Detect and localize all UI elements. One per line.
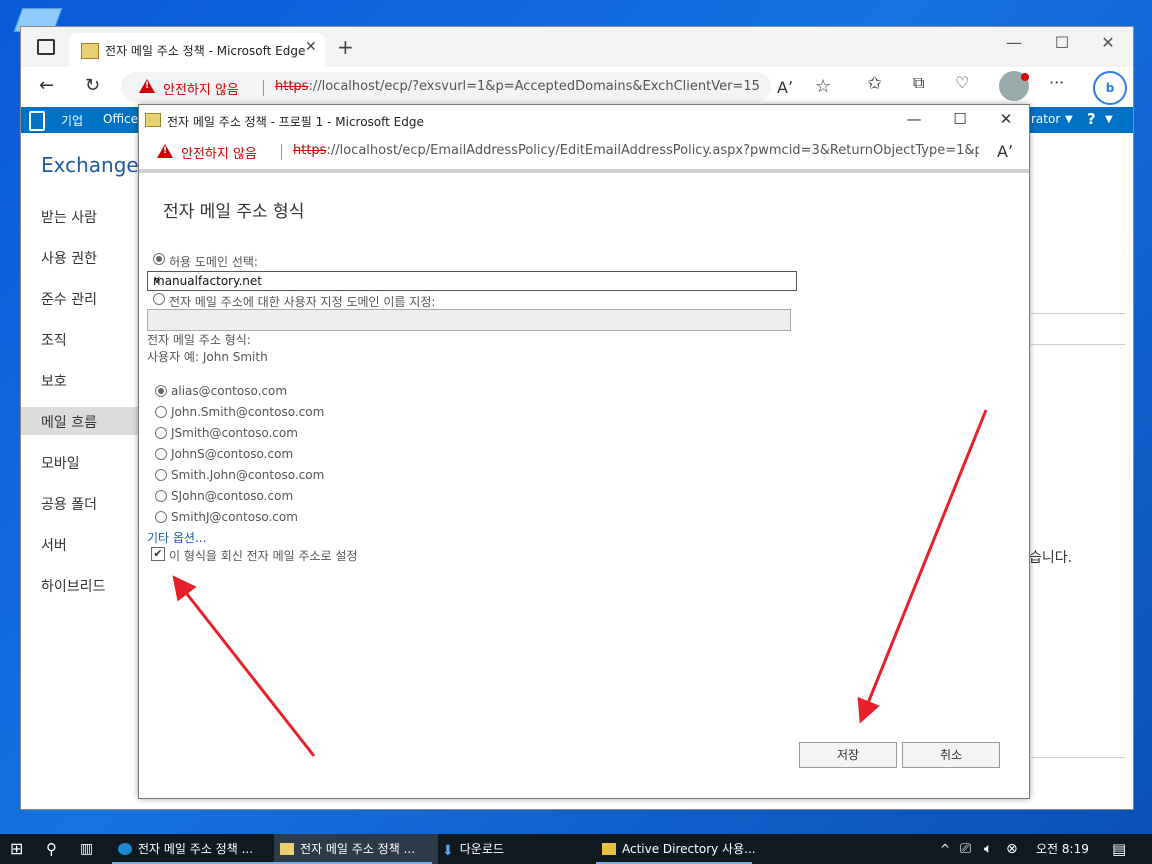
volume-icon[interactable]: 🔈︎ xyxy=(984,834,1002,864)
arrow-to-save xyxy=(857,409,988,724)
notification-error-icon[interactable]: ⊗ xyxy=(1006,834,1024,864)
folder-icon xyxy=(602,843,616,855)
task-view-icon[interactable]: ▥ xyxy=(80,834,100,864)
annotation-arrows xyxy=(172,409,988,757)
taskbar-item-active[interactable]: 전자 메일 주소 정책 ... xyxy=(274,834,438,864)
network-icon[interactable]: ⎚ xyxy=(960,834,978,864)
taskbar: ⊞ ⚲ ▥ 전자 메일 주소 정책 ... 전자 메일 주소 정책 ... ⬇ 다… xyxy=(0,834,1152,864)
arrow-to-checkbox xyxy=(172,575,316,757)
taskbar-item-label: Active Directory 사용... xyxy=(622,842,756,856)
tray-caret-icon[interactable]: ^ xyxy=(940,834,954,864)
windows-start-icon[interactable]: ⊞ xyxy=(10,834,30,864)
exchange-icon xyxy=(280,843,294,855)
taskbar-item-label: 다운로드 xyxy=(459,842,504,856)
edge-icon xyxy=(118,843,132,855)
taskbar-item[interactable]: 전자 메일 주소 정책 ... xyxy=(112,834,274,864)
taskbar-item[interactable]: Active Directory 사용... xyxy=(596,834,758,864)
download-icon: ⬇ xyxy=(442,843,454,859)
taskbar-item-label: 전자 메일 주소 정책 ... xyxy=(138,842,254,856)
action-center-icon[interactable]: ▤ xyxy=(1112,834,1132,864)
taskbar-item-label: 전자 메일 주소 정책 ... xyxy=(300,842,416,856)
clock[interactable]: 오전 8:19 xyxy=(1036,834,1096,864)
search-icon[interactable]: ⚲ xyxy=(46,834,66,864)
taskbar-item[interactable]: ⬇ 다운로드 xyxy=(436,834,592,864)
